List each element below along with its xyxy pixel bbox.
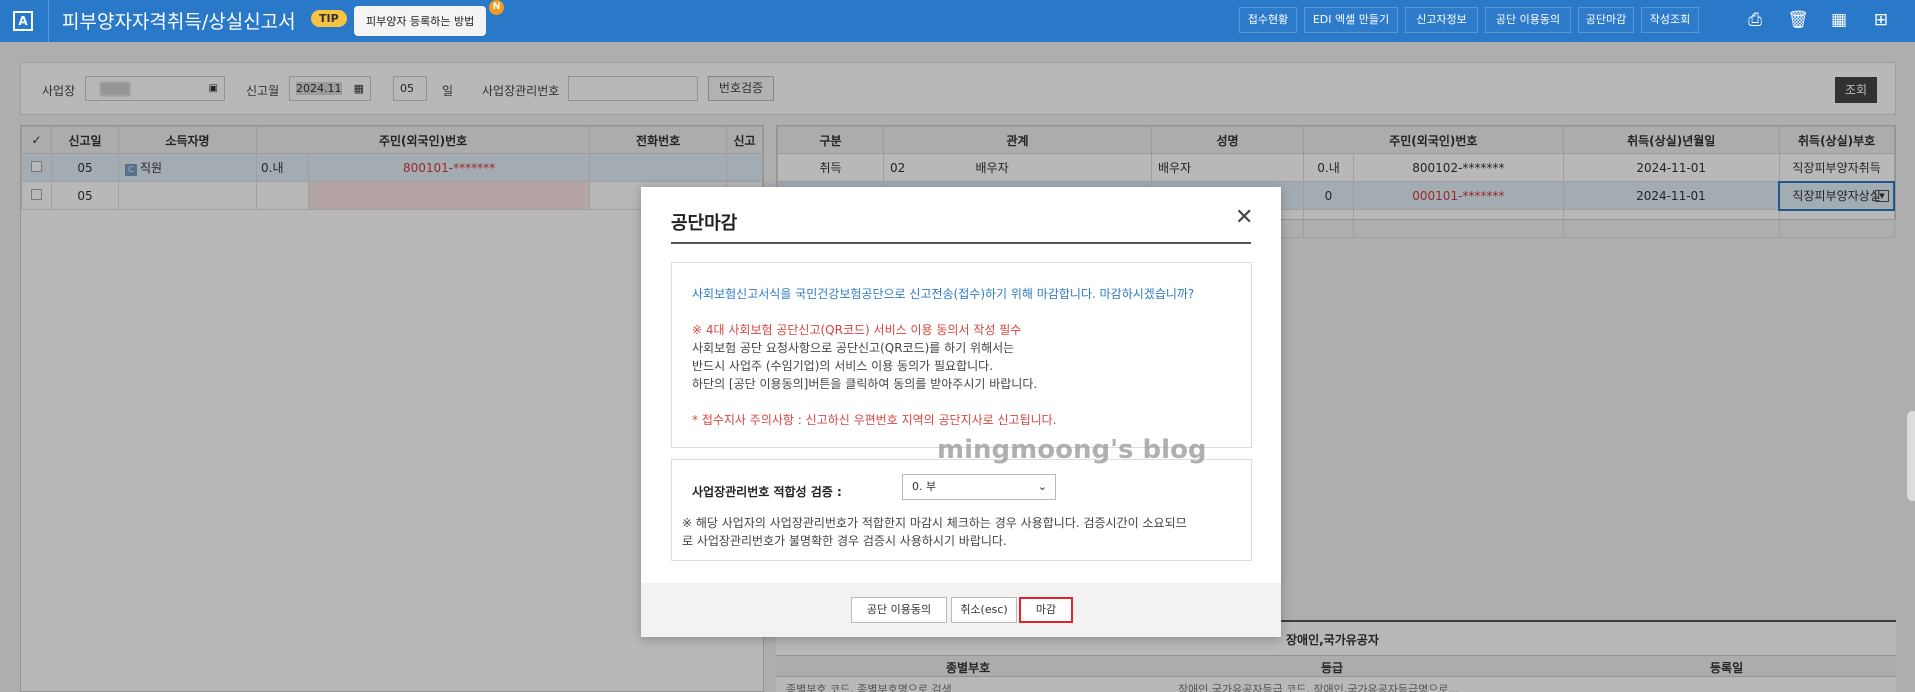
- verify-select[interactable]: 0. 부 ⌄: [902, 474, 1056, 500]
- notice-line: 하단의 [공단 이용동의]버튼을 클릭하여 동의를 받아주시기 바랍니다.: [692, 377, 1038, 391]
- app-header: A 피부양자자격취득/상실신고서 TIP 피부양자 등록하는 방법 N 접수현황…: [0, 0, 1915, 42]
- grid-menu-icon[interactable]: ⊞: [1869, 8, 1893, 32]
- side-handle[interactable]: [1907, 411, 1915, 501]
- dialog-title: 공단마감: [671, 213, 738, 234]
- edi-excel-button[interactable]: EDI 엑셀 만들기: [1304, 7, 1398, 33]
- nhis-consent-button[interactable]: 공단 이용동의: [1485, 7, 1571, 33]
- chevron-down-icon: ⌄: [1037, 480, 1047, 493]
- verify-box: 사업장관리번호 적합성 검증 : 0. 부 ⌄ ※ 해당 사업자의 사업장관리번…: [671, 459, 1252, 561]
- write-inquiry-button[interactable]: 작성조회: [1641, 7, 1699, 33]
- notice-box: 사회보험신고서식을 국민건강보험공단으로 신고전송(접수)하기 위해 마감합니다…: [671, 262, 1252, 448]
- confirm-close-button[interactable]: 마감: [1019, 597, 1073, 623]
- notice-line: 사회보험신고서식을 국민건강보험공단으로 신고전송(접수)하기 위해 마감합니다…: [692, 287, 1195, 301]
- header-divider: [48, 0, 49, 42]
- verify-select-value: 0. 부: [912, 480, 937, 493]
- reporter-info-button[interactable]: 신고자정보: [1405, 7, 1478, 33]
- trash-icon[interactable]: 🗑: [1786, 8, 1810, 32]
- page-title: 피부양자자격취득/상실신고서: [62, 11, 296, 33]
- notice-line: ※ 4대 사회보험 공단신고(QR코드) 서비스 이용 동의서 작성 필수: [692, 323, 1022, 337]
- verify-note: 로 사업장관리번호가 불명확한 경우 검증시 사용하시기 바랍니다.: [682, 534, 1007, 548]
- dialog-footer: 공단 이용동의 취소(esc) 마감: [641, 583, 1281, 637]
- close-dialog: 공단마감 ✕ 사회보험신고서식을 국민건강보험공단으로 신고전송(접수)하기 위…: [641, 187, 1281, 637]
- verify-note: ※ 해당 사업자의 사업장관리번호가 적합한지 마감시 체크하는 경우 사용합니…: [682, 516, 1187, 530]
- title-divider: [671, 242, 1251, 244]
- tip-badge[interactable]: TIP: [311, 10, 347, 27]
- cancel-button[interactable]: 취소(esc): [951, 597, 1017, 623]
- notice-line: 반드시 사업주 (수임기업)의 서비스 이용 동의가 필요합니다.: [692, 359, 994, 373]
- blog-watermark: mingmoong's blog: [937, 435, 1207, 465]
- consent-button[interactable]: 공단 이용동의: [851, 597, 947, 623]
- verify-label: 사업장관리번호 적합성 검증 :: [692, 485, 842, 499]
- close-icon[interactable]: ✕: [1235, 207, 1253, 229]
- print-icon[interactable]: ⎙: [1743, 8, 1767, 32]
- new-badge: N: [489, 0, 504, 15]
- nhis-close-button[interactable]: 공단마감: [1578, 7, 1634, 33]
- calculator-icon[interactable]: ▦: [1827, 8, 1851, 32]
- tip-link[interactable]: 피부양자 등록하는 방법: [354, 6, 487, 36]
- app-logo-icon: A: [13, 11, 33, 31]
- notice-line: * 접수지사 주의사항 : 신고하신 우편번호 지역의 공단지사로 신고됩니다.: [692, 413, 1057, 427]
- notice-line: 사회보험 공단 요청사항으로 공단신고(QR코드)를 하기 위해서는: [692, 341, 1015, 355]
- receipt-status-button[interactable]: 접수현황: [1239, 7, 1297, 33]
